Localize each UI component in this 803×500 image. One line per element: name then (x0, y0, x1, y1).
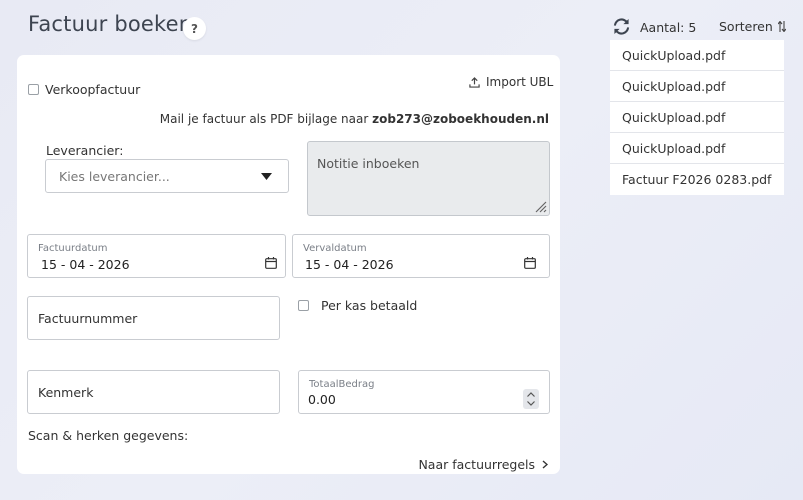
invoice-date-value: 15 - 04 - 2026 (41, 257, 130, 272)
note-placeholder: Notitie inboeken (317, 156, 420, 171)
total-amount-value: 0.00 (308, 392, 336, 407)
sort-button[interactable]: Sorteren (719, 19, 786, 34)
mail-info-email: zob273@zoboekhouden.nl (372, 112, 549, 126)
file-list-item[interactable]: QuickUpload.pdf (610, 71, 784, 102)
mail-info: Mail je factuur als PDF bijlage naar zob… (160, 112, 549, 126)
sales-invoice-checkbox-row[interactable]: Verkoopfactuur (28, 82, 140, 97)
note-textarea[interactable]: Notitie inboeken (307, 141, 550, 216)
file-count: Aantal: 5 (640, 20, 697, 35)
reference-input[interactable]: Kenmerk (27, 370, 280, 414)
due-date-field[interactable]: Vervaldatum 15 - 04 - 2026 (292, 234, 550, 278)
stepper-up-icon[interactable] (527, 392, 535, 397)
cash-paid-label: Per kas betaald (321, 298, 418, 313)
page-title: Factuur boeken (28, 12, 193, 36)
sort-label: Sorteren (719, 19, 773, 34)
reference-placeholder: Kenmerk (38, 385, 94, 400)
file-list-item[interactable]: QuickUpload.pdf (610, 102, 784, 133)
calendar-icon[interactable] (265, 257, 277, 269)
invoice-form-card: Verkoopfactuur Import UBL Mail je factuu… (17, 55, 560, 474)
invoice-date-label: Factuurdatum (38, 243, 108, 254)
total-amount-label: TotaalBedrag (309, 379, 375, 390)
file-list-item[interactable]: QuickUpload.pdf (610, 133, 784, 164)
next-invoice-lines-link[interactable]: Naar factuurregels (418, 457, 548, 472)
scan-recognize-label: Scan & herken gegevens: (28, 428, 189, 443)
resize-handle-icon[interactable] (534, 200, 547, 213)
due-date-label: Vervaldatum (303, 243, 367, 254)
file-list-item[interactable]: QuickUpload.pdf (610, 40, 784, 71)
sales-invoice-checkbox[interactable] (28, 84, 39, 95)
supplier-select[interactable]: Kies leverancier... (45, 159, 289, 193)
caret-down-icon (261, 173, 272, 180)
help-button[interactable]: ? (183, 17, 206, 40)
file-list: QuickUpload.pdf QuickUpload.pdf QuickUpl… (610, 40, 784, 195)
import-ubl-label: Import UBL (486, 75, 554, 89)
calendar-icon[interactable] (524, 257, 536, 269)
refresh-icon[interactable] (612, 18, 631, 35)
chevron-right-icon (542, 460, 548, 469)
due-date-value: 15 - 04 - 2026 (305, 257, 394, 272)
invoice-number-placeholder: Factuurnummer (38, 311, 138, 326)
file-list-item[interactable]: Factuur F2026 0283.pdf (610, 164, 784, 195)
mail-info-text: Mail je factuur als PDF bijlage naar (159, 112, 373, 126)
total-amount-field[interactable]: TotaalBedrag 0.00 (298, 370, 550, 414)
invoice-number-input[interactable]: Factuurnummer (27, 296, 280, 340)
sort-icon (777, 21, 786, 32)
stepper-down-icon[interactable] (527, 401, 535, 406)
import-ubl-button[interactable]: Import UBL (469, 75, 553, 89)
upload-icon (469, 76, 480, 88)
sales-invoice-label: Verkoopfactuur (45, 82, 141, 97)
supplier-placeholder: Kies leverancier... (59, 169, 170, 184)
number-stepper[interactable] (523, 389, 539, 409)
supplier-label: Leverancier: (46, 143, 124, 158)
invoice-date-field[interactable]: Factuurdatum 15 - 04 - 2026 (27, 234, 286, 278)
cash-paid-checkbox[interactable] (298, 300, 309, 311)
next-link-label: Naar factuurregels (418, 457, 535, 472)
cash-paid-checkbox-row[interactable]: Per kas betaald (298, 298, 417, 313)
